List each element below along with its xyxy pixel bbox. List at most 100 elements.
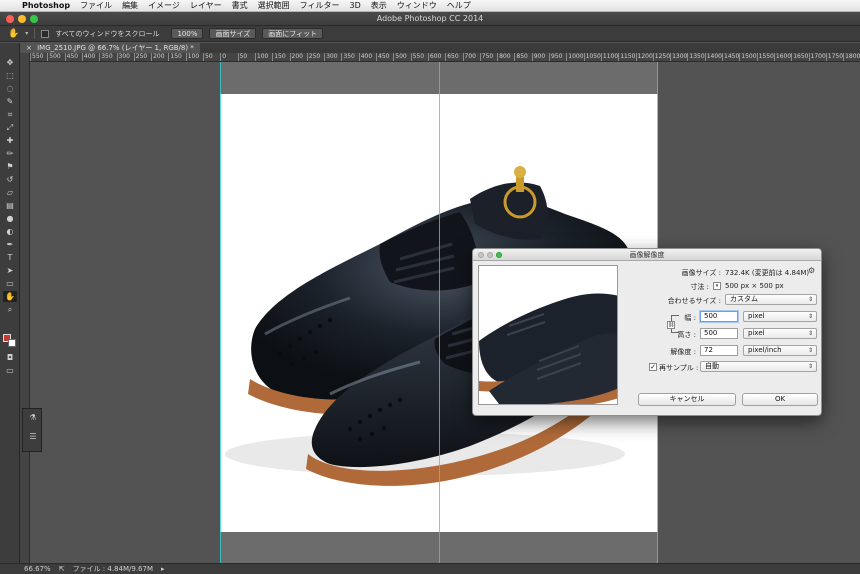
- ruler-tick-label: 1050: [583, 53, 601, 61]
- menu-image[interactable]: イメージ: [148, 0, 180, 11]
- menu-app-name[interactable]: Photoshop: [22, 1, 70, 10]
- path-select-icon[interactable]: ➤: [3, 265, 17, 276]
- ruler-tick-label: 150: [272, 53, 286, 61]
- menu-view[interactable]: 表示: [371, 0, 387, 11]
- resolution-unit-value: pixel/inch: [748, 346, 782, 354]
- menu-help[interactable]: ヘルプ: [447, 0, 471, 11]
- resample-method-select[interactable]: 自動 ⇕: [700, 361, 817, 372]
- ruler-tick-label: 400: [81, 53, 96, 61]
- dimensions-value: 500 px × 500 px: [725, 282, 784, 290]
- dimensions-unit-dropdown-icon[interactable]: ▾: [713, 282, 721, 290]
- width-label: 幅 :: [684, 314, 696, 322]
- eyedropper-icon[interactable]: ⤢: [3, 122, 17, 133]
- dimensions-label: 寸法 :: [690, 283, 709, 291]
- status-zoom[interactable]: 66.67%: [24, 565, 51, 573]
- document-tab[interactable]: × IMG_2510.JPG @ 66.7% (レイヤー 1, RGB/8) *: [20, 43, 200, 53]
- ruler-tick-label: 500: [47, 53, 61, 61]
- horizontal-ruler[interactable]: 550 500 450 400 350 300 250 200 150 100 50 0 50 100 15…: [30, 53, 860, 62]
- ruler-tick-label: 450: [64, 53, 79, 61]
- quick-select-icon[interactable]: ✎: [3, 96, 17, 107]
- image-size-value: 732.4K (変更前は 4.84M): [725, 269, 810, 277]
- hand-tool-preset-icon[interactable]: ✋: [8, 29, 19, 39]
- ruler-tick-label: 650: [445, 53, 459, 61]
- guide-line-center[interactable]: [439, 62, 440, 563]
- width-unit-chevron-icon: ⇕: [807, 313, 813, 320]
- screen-mode-icon[interactable]: ▭: [3, 365, 17, 376]
- menu-filter[interactable]: フィルター: [300, 0, 340, 11]
- zoom-100-button[interactable]: 100%: [171, 28, 204, 39]
- dialog-close-button[interactable]: [478, 252, 484, 258]
- move-icon[interactable]: ✥: [3, 57, 17, 68]
- ruler-tick-label: 0: [220, 53, 227, 61]
- options-separator: [34, 28, 36, 39]
- resample-checkbox[interactable]: ✓: [649, 363, 657, 371]
- ruler-tick-label: 350: [341, 53, 355, 61]
- scroll-all-windows-label: すべてのウィンドウをスクロール: [55, 29, 160, 38]
- ruler-tick-label: 1550: [756, 53, 774, 61]
- ruler-tick-label: 1800: [843, 53, 860, 61]
- menu-window[interactable]: ウィンドウ: [397, 0, 437, 11]
- preset-dropdown-icon[interactable]: ▾: [25, 30, 28, 37]
- ok-button[interactable]: OK: [742, 393, 818, 406]
- eraser-icon[interactable]: ▱: [3, 187, 17, 198]
- fit-screen-button[interactable]: 画面サイズ: [209, 28, 257, 39]
- fit-to-select[interactable]: カスタム ⇕: [725, 294, 817, 305]
- menu-edit[interactable]: 編集: [122, 0, 138, 11]
- width-unit-select[interactable]: pixel ⇕: [743, 311, 817, 322]
- scroll-all-windows-checkbox[interactable]: [41, 29, 50, 38]
- width-unit-value: pixel: [748, 312, 765, 320]
- shape-icon[interactable]: ▭: [3, 278, 17, 289]
- dodge-icon[interactable]: ◐: [3, 226, 17, 237]
- menu-layer[interactable]: レイヤー: [190, 0, 222, 11]
- width-input[interactable]: 500: [700, 311, 738, 322]
- dialog-zoom-button[interactable]: [496, 252, 502, 258]
- ruler-tick-label: 1250: [652, 53, 671, 61]
- hand-icon[interactable]: ✋: [3, 291, 17, 302]
- type-icon[interactable]: T: [3, 252, 17, 263]
- close-tab-icon[interactable]: ×: [26, 44, 32, 52]
- status-arrow-icon[interactable]: ▸: [161, 565, 165, 573]
- healing-icon[interactable]: ✚: [3, 135, 17, 146]
- resolution-input[interactable]: 72: [700, 345, 738, 356]
- vertical-ruler[interactable]: [20, 53, 30, 563]
- zoom-icon[interactable]: ⌕: [3, 304, 17, 315]
- guide-line-left[interactable]: [220, 62, 221, 563]
- menu-select[interactable]: 選択範囲: [258, 0, 290, 11]
- history-brush-icon[interactable]: ↺: [3, 174, 17, 185]
- pen-icon[interactable]: ✒: [3, 239, 17, 250]
- resolution-label: 解像度 :: [670, 348, 696, 356]
- history-panel-icon[interactable]: ⚗: [26, 412, 40, 424]
- brush-icon[interactable]: ✏: [3, 148, 17, 159]
- dialog-titlebar[interactable]: 画像解像度: [473, 249, 821, 261]
- background-color-swatch[interactable]: [8, 339, 16, 347]
- quick-mask-icon[interactable]: ◘: [3, 352, 17, 363]
- height-unit-value: pixel: [748, 329, 765, 337]
- properties-panel-icon[interactable]: ☰: [26, 431, 40, 443]
- options-bar: ✋ ▾ すべてのウィンドウをスクロール 100% 画面サイズ 画面にフィット: [0, 26, 860, 42]
- menu-3d[interactable]: 3D: [350, 1, 361, 10]
- panel-dock: ⚗ ☰: [22, 408, 42, 452]
- ruler-tick-label: 50: [237, 53, 248, 61]
- status-bar: 66.67% ⇱ ファイル : 4.84M/9.67M ▸: [0, 563, 860, 574]
- ruler-tick-label: 1150: [618, 53, 636, 61]
- menu-type[interactable]: 書式: [232, 0, 248, 11]
- cancel-button[interactable]: キャンセル: [638, 393, 736, 406]
- crop-icon[interactable]: ⌗: [3, 109, 17, 120]
- image-preview[interactable]: [478, 265, 618, 405]
- ruler-tick-label: 250: [306, 53, 321, 61]
- photoshop-window: Photoshop ファイル 編集 イメージ レイヤー 書式 選択範囲 フィルタ…: [0, 0, 860, 574]
- fill-screen-button[interactable]: 画面にフィット: [262, 28, 324, 39]
- window-title: Adobe Photoshop CC 2014: [376, 14, 484, 23]
- marquee-icon[interactable]: ⬚: [3, 70, 17, 81]
- height-input[interactable]: 500: [700, 328, 738, 339]
- resolution-unit-select[interactable]: pixel/inch ⇕: [743, 345, 817, 356]
- blur-icon[interactable]: ●: [3, 213, 17, 224]
- stamp-icon[interactable]: ⚑: [3, 161, 17, 172]
- status-file-info[interactable]: ファイル : 4.84M/9.67M: [73, 564, 153, 574]
- height-unit-select[interactable]: pixel ⇕: [743, 328, 817, 339]
- status-export-icon[interactable]: ⇱: [59, 565, 65, 573]
- menu-file[interactable]: ファイル: [80, 0, 112, 11]
- lasso-icon[interactable]: ◌: [3, 83, 17, 94]
- fit-to-label: 合わせるサイズ :: [667, 297, 721, 305]
- gradient-icon[interactable]: ▤: [3, 200, 17, 211]
